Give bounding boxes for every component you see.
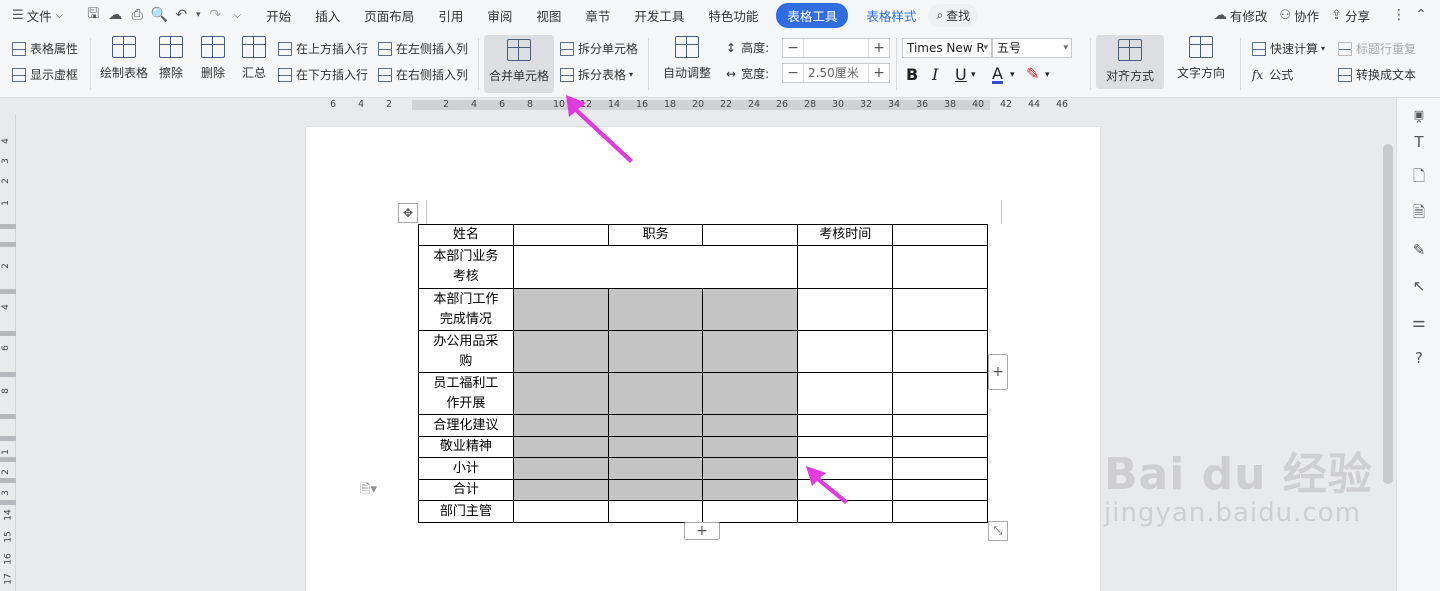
right-toolbar: ▣ ⌃ T 🗋 🗎 ✎ ↖ ⚌ ? [1396,98,1440,591]
vertical-scrollbar[interactable] [1380,114,1396,591]
arrow-to-table [806,466,848,504]
pen-icon[interactable]: ✎ [1409,240,1429,260]
watermark-logo-text: Bai du 经验 [1104,449,1373,500]
help-icon[interactable]: ? [1409,348,1429,368]
sliders-icon[interactable]: ⚌ [1409,312,1429,332]
watermark-url: jingyan.baidu.com [1104,498,1361,528]
watermark: Bai du 经验 jingyan.baidu.com [1104,438,1373,528]
cursor-icon[interactable]: ↖ [1409,276,1429,296]
arrow-to-merge-cells [566,95,633,163]
scrollbar-thumb[interactable] [1383,144,1393,484]
document-settings-icon[interactable]: 🗎 [1409,203,1429,224]
text-style-icon[interactable]: T [1409,132,1429,152]
chevron-up-icon[interactable]: ⌃ [1409,114,1429,134]
document-icon[interactable]: 🗋 [1409,167,1429,188]
